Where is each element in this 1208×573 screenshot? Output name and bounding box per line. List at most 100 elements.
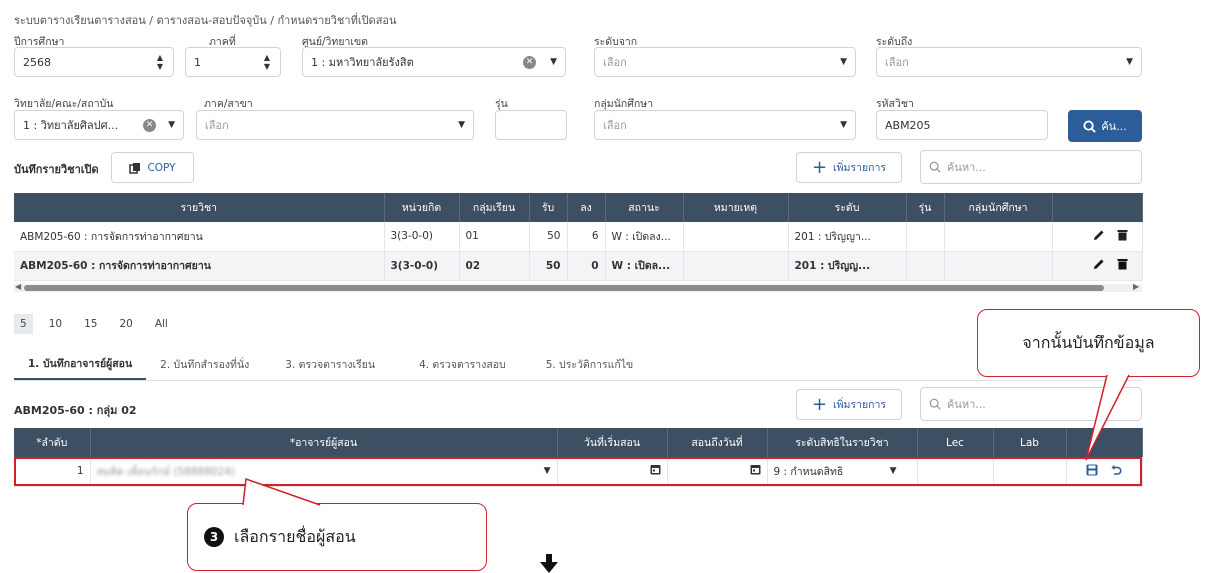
copy-button[interactable]: COPY bbox=[111, 152, 194, 183]
save-instruction-callout: จากนั้นบันทึกข้อมูล bbox=[977, 309, 1200, 377]
level-to-select[interactable]: เลือก ▼ bbox=[876, 47, 1142, 77]
copy-icon bbox=[129, 162, 141, 174]
cell-order: 1 bbox=[14, 457, 91, 487]
col-order: *ลำดับ bbox=[14, 428, 91, 457]
table-row[interactable]: 1 สมคิด เพื่อนรักษ์ (58888024) ▼ 9 : กำห… bbox=[14, 457, 1143, 487]
cell-section: 02 bbox=[459, 251, 530, 281]
scrollbar-thumb[interactable] bbox=[24, 285, 1104, 291]
spinner-icon[interactable]: ▲ ▼ bbox=[264, 53, 270, 71]
course-code-input[interactable]: ABM205 bbox=[876, 110, 1048, 140]
term-value: 1 bbox=[194, 55, 201, 69]
end-date-input[interactable] bbox=[667, 457, 768, 487]
group-select[interactable]: เลือก ▼ bbox=[594, 110, 856, 140]
cell-level: 201 : ปริญญา... bbox=[788, 222, 907, 252]
lec-input[interactable] bbox=[917, 457, 994, 487]
edit-icon[interactable] bbox=[1093, 229, 1105, 241]
tab-teachers[interactable]: 1. บันทึกอาจารย์ผู้สอน bbox=[14, 349, 147, 380]
calendar-icon[interactable] bbox=[750, 464, 761, 475]
page-size-option[interactable]: 20 bbox=[119, 318, 132, 330]
col-end-date: สอนถึงวันที่ bbox=[667, 428, 768, 457]
add-teacher-label: เพิ่มรายการ bbox=[833, 399, 887, 411]
search-icon bbox=[1083, 119, 1097, 133]
spinner-icon[interactable]: ▲ ▼ bbox=[157, 53, 163, 71]
table-row[interactable]: ABM205-60 : การจัดการท่าอากาศยาน 3(3-0-0… bbox=[14, 251, 1143, 281]
batch-input[interactable] bbox=[495, 110, 567, 140]
undo-icon[interactable] bbox=[1110, 464, 1122, 476]
edit-icon[interactable] bbox=[1093, 258, 1105, 270]
col-right-level: ระดับสิทธิในรายวิชา bbox=[767, 428, 918, 457]
calendar-icon[interactable] bbox=[650, 464, 661, 475]
add-course-button[interactable]: + เพิ่มรายการ bbox=[796, 152, 902, 183]
clear-icon[interactable]: ✕ bbox=[523, 55, 537, 69]
col-start-date: วันที่เริ่มสอน bbox=[557, 428, 668, 457]
tab-check-exam-schedule[interactable]: 4. ตรวจตารางสอบ bbox=[397, 349, 528, 380]
callout-pointer bbox=[1085, 374, 1130, 461]
chevron-down-icon[interactable]: ▼ bbox=[1126, 57, 1133, 67]
course-search-input[interactable]: ค้นหา... bbox=[920, 150, 1142, 184]
select-teacher-callout: 3 เลือกรายชื่อผู้สอน bbox=[187, 503, 487, 571]
chevron-down-icon[interactable]: ▼ bbox=[890, 466, 897, 476]
cell-group bbox=[944, 251, 1053, 281]
save-icon[interactable] bbox=[1086, 464, 1098, 476]
col-accept: รับ bbox=[529, 193, 568, 222]
level-from-select[interactable]: เลือก ▼ bbox=[594, 47, 856, 77]
trash-icon[interactable] bbox=[1117, 229, 1128, 241]
col-section: กลุ่มเรียน bbox=[459, 193, 530, 222]
cell-accept: 50 bbox=[529, 251, 568, 281]
col-note: หมายเหตุ bbox=[683, 193, 789, 222]
cell-level: 201 : ปริญญ... bbox=[788, 251, 907, 281]
page-size-option[interactable]: All bbox=[155, 318, 168, 330]
lab-input[interactable] bbox=[993, 457, 1067, 487]
col-lab: Lab bbox=[993, 428, 1067, 457]
course-table: รายวิชา หน่วยกิต กลุ่มเรียน รับ ลง สถานะ… bbox=[14, 193, 1143, 281]
col-level: ระดับ bbox=[788, 193, 907, 222]
cell-note bbox=[683, 222, 789, 252]
search-button[interactable]: ค้น... bbox=[1068, 110, 1142, 142]
save-instruction-text: จากนั้นบันทึกข้อมูล bbox=[1022, 332, 1155, 352]
add-course-label: เพิ่มรายการ bbox=[833, 162, 887, 174]
page-size-option[interactable]: 5 bbox=[14, 314, 33, 334]
campus-select[interactable]: 1 : มหาวิทยาลัยรังสิต ✕ ▼ bbox=[302, 47, 566, 77]
course-section-title: บันทึกรายวิชาเปิด bbox=[14, 163, 99, 176]
col-enrolled: ลง bbox=[567, 193, 606, 222]
year-stepper[interactable]: 2568 ▲ ▼ bbox=[14, 47, 174, 77]
term-stepper[interactable]: 1 ▲ ▼ bbox=[185, 47, 281, 77]
faculty-select[interactable]: 1 : วิทยาลัยศิลปศ... ✕ ▼ bbox=[14, 110, 184, 140]
course-code-value: ABM205 bbox=[885, 118, 931, 132]
table-row[interactable]: ABM205-60 : การจัดการท่าอากาศยาน 3(3-0-0… bbox=[14, 222, 1143, 252]
teacher-value: สมคิด เพื่อนรักษ์ (58888024) bbox=[96, 465, 235, 478]
chevron-down-icon[interactable]: ▼ bbox=[840, 57, 847, 67]
chevron-down-icon[interactable]: ▼ bbox=[458, 120, 465, 130]
teacher-table: *ลำดับ *อาจารย์ผู้สอน วันที่เริ่มสอน สอน… bbox=[14, 428, 1143, 487]
tab-check-class-schedule[interactable]: 3. ตรวจตารางเรียน bbox=[263, 349, 397, 380]
tab-reserve-seats[interactable]: 2. บันทึกสำรองที่นั่ง bbox=[146, 349, 263, 380]
cell-group bbox=[944, 222, 1053, 252]
chevron-down-icon[interactable]: ▼ bbox=[544, 466, 551, 476]
course-search-placeholder: ค้นหา... bbox=[947, 161, 986, 174]
group-placeholder: เลือก bbox=[603, 119, 627, 132]
chevron-down-icon[interactable]: ▼ bbox=[550, 57, 557, 67]
dept-select[interactable]: เลือก ▼ bbox=[196, 110, 474, 140]
trash-icon[interactable] bbox=[1117, 258, 1128, 270]
clear-icon[interactable]: ✕ bbox=[143, 118, 157, 132]
page-size-option[interactable]: 15 bbox=[84, 318, 97, 330]
scroll-left-icon[interactable]: ◀ bbox=[15, 282, 21, 291]
level-to-placeholder: เลือก bbox=[885, 56, 909, 69]
callout-pointer bbox=[242, 477, 321, 506]
dept-placeholder: เลือก bbox=[205, 119, 229, 132]
teacher-search-placeholder: ค้นหา... bbox=[947, 398, 986, 411]
scroll-right-icon[interactable]: ▶ bbox=[1133, 282, 1139, 291]
chevron-down-icon[interactable]: ▼ bbox=[840, 120, 847, 130]
add-teacher-button[interactable]: + เพิ่มรายการ bbox=[796, 389, 902, 420]
page-size-option[interactable]: 10 bbox=[49, 318, 62, 330]
col-actions bbox=[1052, 193, 1143, 222]
tab-edit-history[interactable]: 5. ประวัติการแก้ไข bbox=[528, 349, 652, 380]
search-button-label: ค้น... bbox=[1101, 120, 1127, 133]
step-3-badge: 3 bbox=[204, 527, 224, 547]
chevron-down-icon[interactable]: ▼ bbox=[168, 120, 175, 130]
tab-bar: 1. บันทึกอาจารย์ผู้สอน 2. บันทึกสำรองที่… bbox=[14, 349, 1142, 381]
right-level-select[interactable]: 9 : กำหนดสิทธิ ▼ bbox=[767, 457, 918, 487]
arrow-down-icon bbox=[540, 554, 558, 573]
cell-actions bbox=[1052, 251, 1143, 281]
start-date-input[interactable] bbox=[557, 457, 668, 487]
